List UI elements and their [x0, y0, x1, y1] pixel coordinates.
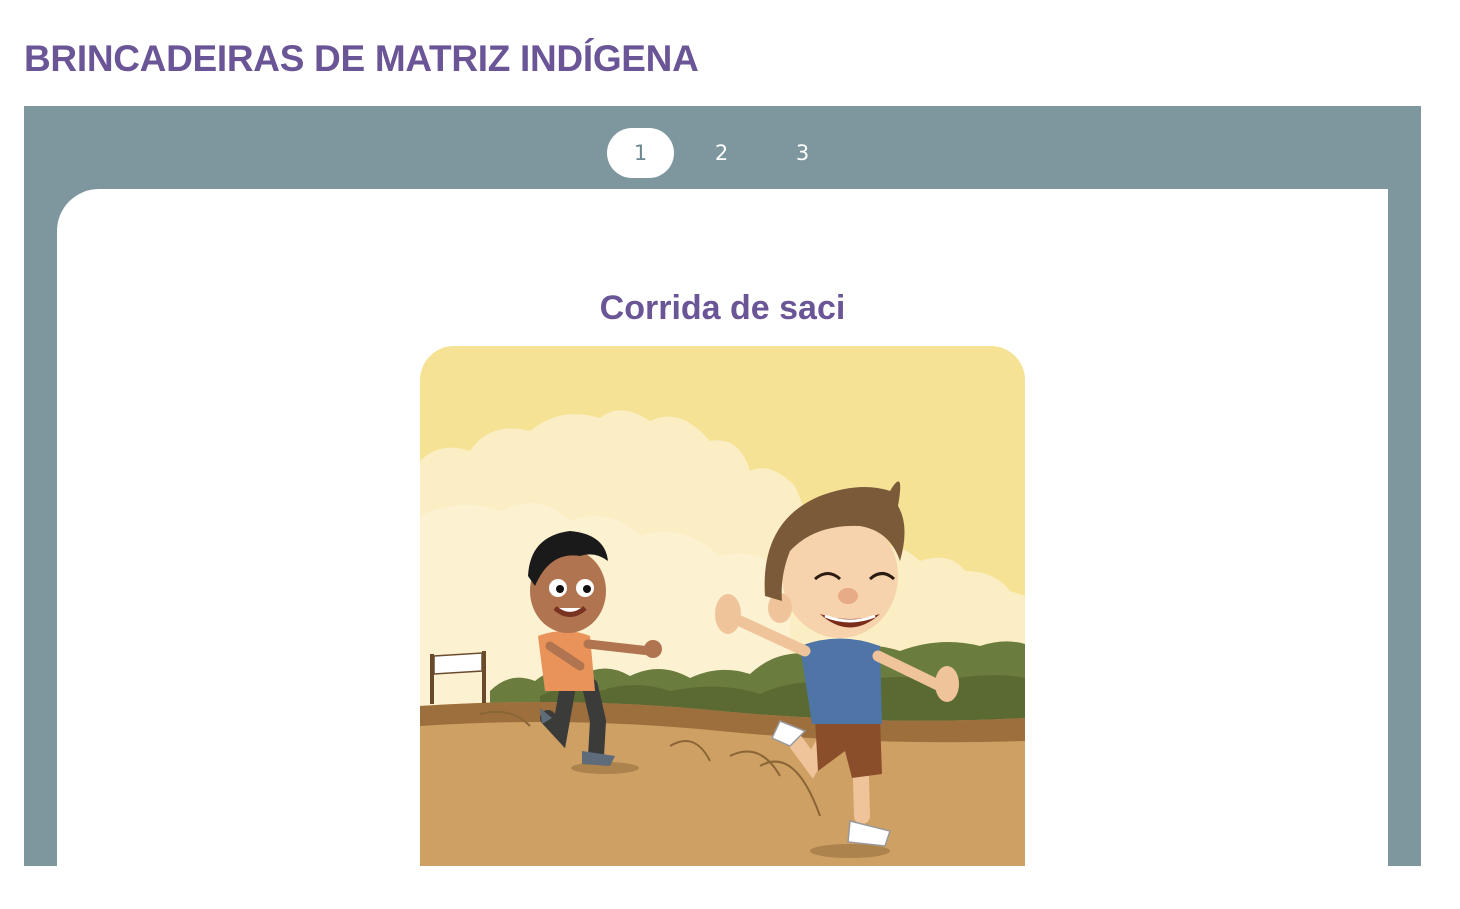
slide-tabs: 1 2 3 — [607, 128, 836, 178]
slide-title: Corrida de saci — [599, 289, 846, 327]
tab-2[interactable]: 2 — [688, 128, 755, 178]
page-title: BRINCADEIRAS DE MATRIZ INDÍGENA — [24, 38, 699, 79]
tab-1[interactable]: 1 — [607, 128, 674, 178]
slide-card: Corrida de saci — [57, 189, 1388, 909]
carousel-panel: 1 2 3 Corrida de saci — [24, 106, 1421, 909]
race-illustration — [420, 346, 1025, 866]
tab-3[interactable]: 3 — [769, 128, 836, 178]
